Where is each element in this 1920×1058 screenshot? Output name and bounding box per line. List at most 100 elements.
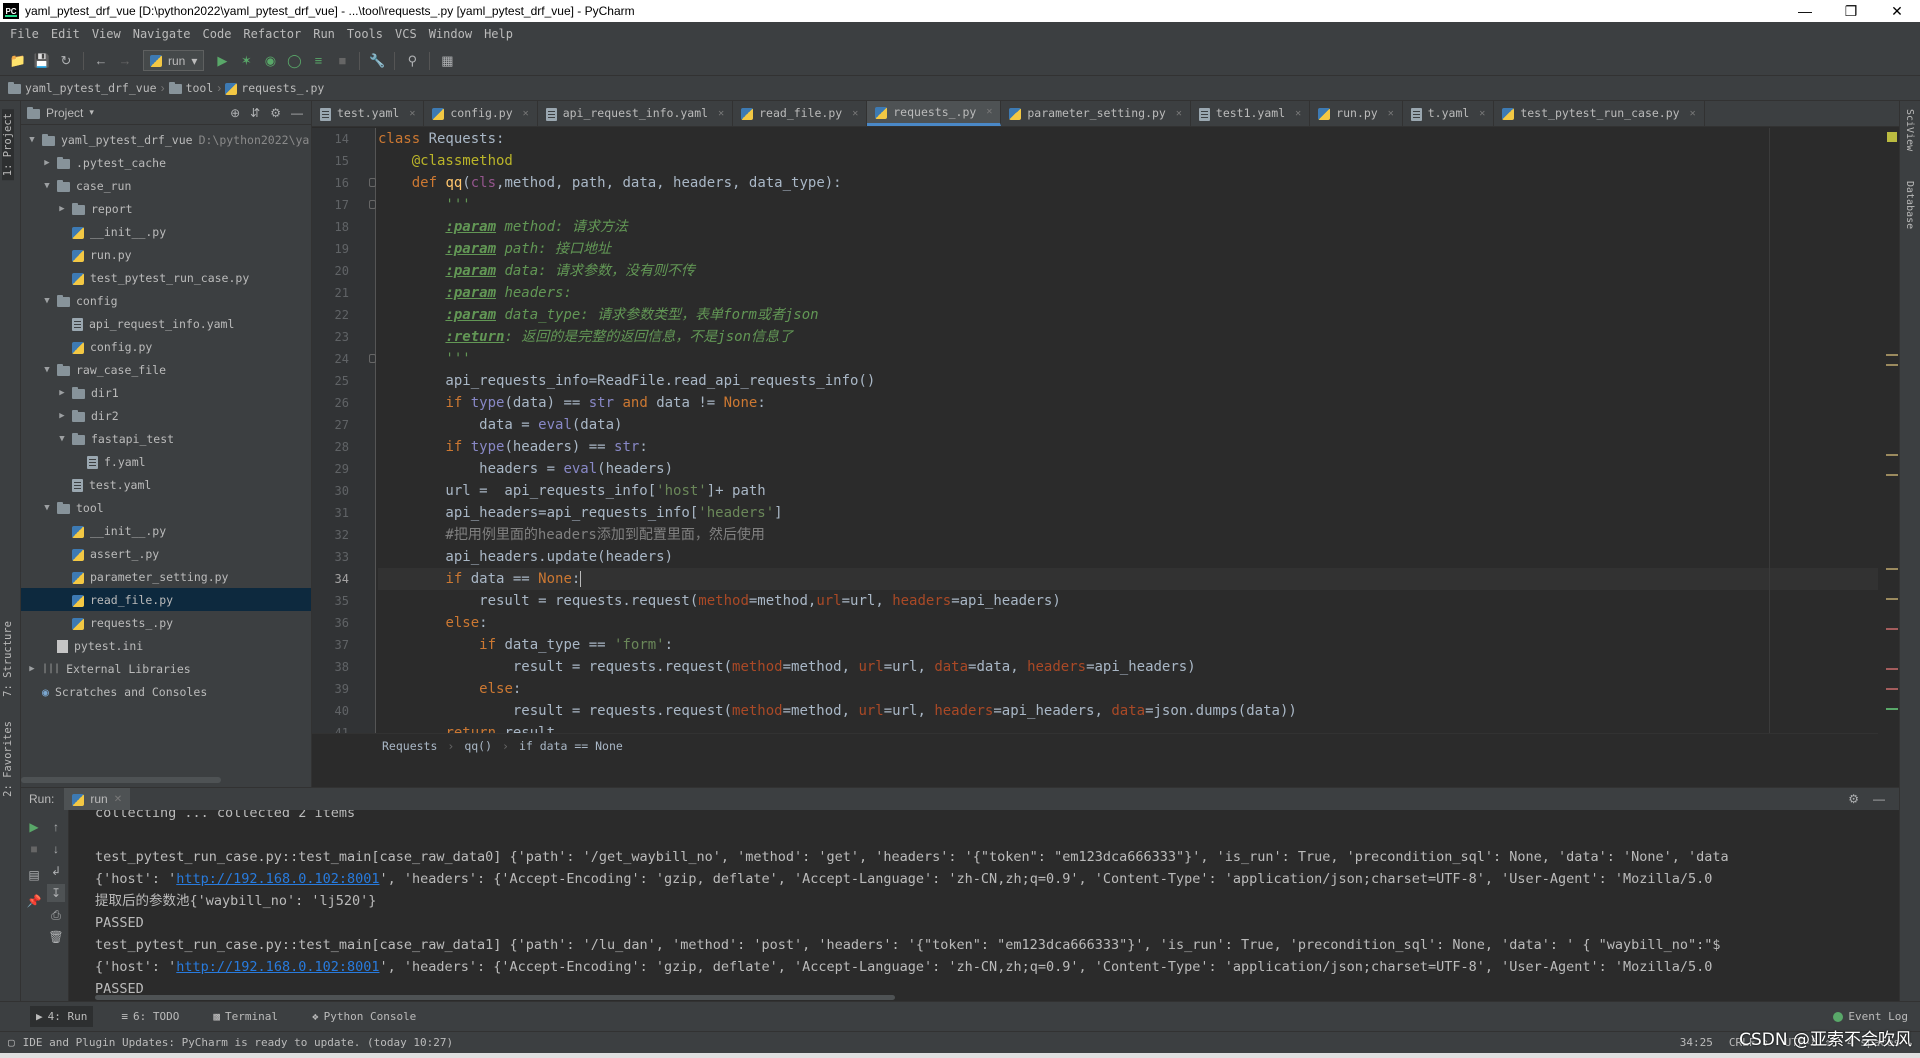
code-line[interactable]: ''' [378, 194, 1878, 216]
menu-navigate[interactable]: Navigate [127, 27, 197, 41]
code-line[interactable]: #把用例里面的headers添加到配置里面，然后使用 [378, 524, 1878, 546]
favorites-tool-tab[interactable]: 2: Favorites [2, 721, 14, 797]
run-tool-tab[interactable]: ▶ 4: Run [30, 1006, 94, 1027]
soft-wrap-icon[interactable]: ↲ [47, 862, 65, 880]
tree-item[interactable]: ▶ ||| External Libraries [21, 657, 311, 680]
expand-arrow-icon[interactable]: ▶ [55, 388, 69, 398]
tree-item[interactable]: ▶ .pytest_cache [21, 151, 311, 174]
editor-tab[interactable]: read_file.py ✕ [733, 101, 868, 126]
python-console-tool-tab[interactable]: ❖ Python Console [306, 1006, 422, 1027]
code-line[interactable]: :param data: 请求参数，没有则不传 [378, 260, 1878, 282]
save-icon[interactable]: 💾 [32, 51, 52, 71]
menu-window[interactable]: Window [423, 27, 478, 41]
tree-item[interactable]: ▼ config [21, 289, 311, 312]
menu-help[interactable]: Help [478, 27, 519, 41]
nav-file[interactable]: requests_.py [225, 81, 324, 95]
tree-item[interactable]: read_file.py [21, 588, 311, 611]
close-icon[interactable]: ✕ [1479, 108, 1485, 119]
open-folder-icon[interactable]: 📁 [8, 51, 28, 71]
editor-tab[interactable]: config.py ✕ [424, 101, 538, 126]
collapse-all-icon[interactable]: ⇵ [250, 106, 260, 120]
console-output[interactable]: collecting ... collected 2 items test_pyt… [95, 810, 1899, 1002]
code-line[interactable]: data = eval(data) [378, 414, 1878, 436]
editor-tab[interactable]: t.yaml ✕ [1403, 101, 1495, 126]
code-line[interactable]: ''' [378, 348, 1878, 370]
console-link[interactable]: http://192.168.0.102:8001 [176, 959, 379, 975]
code-line[interactable]: :param headers: [378, 282, 1878, 304]
code-line[interactable]: return result [378, 722, 1878, 733]
expand-arrow-icon[interactable]: ▼ [25, 135, 39, 145]
code-line[interactable]: :return: 返回的是完整的返回信息，不是json信息了 [378, 326, 1878, 348]
expand-arrow-icon[interactable]: ▼ [40, 503, 54, 513]
stop-icon[interactable]: ■ [332, 51, 352, 71]
horizontal-scrollbar[interactable] [95, 995, 895, 1000]
nav-folder[interactable]: tool [168, 81, 213, 95]
tree-item[interactable]: __init__.py [21, 519, 311, 542]
console-link[interactable]: http://192.168.0.102:8001 [176, 871, 379, 887]
tree-item[interactable]: requests_.py [21, 611, 311, 634]
editor-tab[interactable]: api_request_info.yaml ✕ [538, 101, 734, 126]
down-arrow-icon[interactable]: ↓ [47, 840, 65, 858]
code-line[interactable]: :param path: 接口地址 [378, 238, 1878, 260]
editor-tab[interactable]: test.yaml ✕ [312, 101, 425, 126]
close-icon[interactable]: ✕ [1690, 108, 1696, 119]
sciview-tool-tab[interactable]: SciView [1904, 109, 1915, 151]
nav-project[interactable]: yaml_pytest_drf_vue [8, 81, 157, 95]
tree-item[interactable]: api_request_info.yaml [21, 312, 311, 335]
trash-icon[interactable]: 🗑 [47, 928, 65, 946]
editor-tab[interactable]: test_pytest_run_case.py ✕ [1494, 101, 1705, 126]
close-icon[interactable]: ✕ [1176, 108, 1182, 119]
fold-marker-icon[interactable] [369, 200, 376, 209]
project-tool-tab[interactable]: 1: Project [2, 109, 14, 181]
expand-arrow-icon[interactable]: ▶ [25, 664, 39, 674]
code-line[interactable]: class Requests: [378, 128, 1878, 150]
code-breadcrumb-item[interactable]: Requests [382, 739, 437, 753]
code-area[interactable]: class Requests: @classmethod def qq(cls,… [378, 128, 1878, 733]
expand-arrow-icon[interactable]: ▼ [40, 365, 54, 375]
back-icon[interactable]: ← [91, 51, 111, 71]
concurrency-icon[interactable]: ≡ [308, 51, 328, 71]
code-line[interactable]: if data_type == 'form': [378, 634, 1878, 656]
database-tool-tab[interactable]: Database [1904, 181, 1915, 229]
menu-vcs[interactable]: VCS [389, 27, 423, 41]
tree-item[interactable]: ▼ fastapi_test [21, 427, 311, 450]
menu-file[interactable]: File [4, 27, 45, 41]
close-icon[interactable]: ✕ [114, 794, 122, 805]
rerun-icon[interactable]: ▶ [25, 818, 43, 836]
code-line[interactable]: def qq(cls,method, path, data, headers, … [378, 172, 1878, 194]
hide-icon[interactable]: — [1873, 792, 1885, 806]
close-icon[interactable]: ✕ [986, 106, 992, 117]
tasks-icon[interactable]: ▦ [437, 51, 457, 71]
forward-icon[interactable]: → [115, 51, 135, 71]
fold-marker-icon[interactable] [369, 354, 376, 363]
tree-item[interactable]: ◉ Scratches and Consoles [21, 680, 311, 703]
run-tab[interactable]: run ✕ [64, 788, 131, 810]
run-icon[interactable]: ▶ [212, 51, 232, 71]
tree-item[interactable]: ▶ dir2 [21, 404, 311, 427]
gear-icon[interactable]: ⚙ [1848, 792, 1859, 806]
code-line[interactable]: api_requests_info=ReadFile.read_api_requ… [378, 370, 1878, 392]
code-line[interactable]: result = requests.request(method=method,… [378, 656, 1878, 678]
code-line[interactable]: :param data_type: 请求参数类型，表单form或者json [378, 304, 1878, 326]
wrench-icon[interactable]: 🔧 [367, 51, 387, 71]
close-icon[interactable]: ✕ [1295, 108, 1301, 119]
code-line[interactable]: result = requests.request(method=method,… [378, 590, 1878, 612]
tree-item[interactable]: assert_.py [21, 542, 311, 565]
print-icon[interactable]: ⎙ [47, 906, 65, 924]
tree-item[interactable]: test.yaml [21, 473, 311, 496]
menu-run[interactable]: Run [307, 27, 341, 41]
close-icon[interactable]: ✕ [523, 108, 529, 119]
menu-edit[interactable]: Edit [45, 27, 86, 41]
close-icon[interactable]: ✕ [718, 108, 724, 119]
code-line[interactable]: else: [378, 612, 1878, 634]
expand-arrow-icon[interactable]: ▶ [40, 158, 54, 168]
code-line[interactable]: api_headers.update(headers) [378, 546, 1878, 568]
code-line[interactable]: headers = eval(headers) [378, 458, 1878, 480]
scroll-to-end-icon[interactable]: ↧ [47, 884, 65, 902]
debug-icon[interactable]: ✶ [236, 51, 256, 71]
code-line[interactable]: api_headers=api_requests_info['headers'] [378, 502, 1878, 524]
fold-marker-icon[interactable] [369, 178, 376, 187]
up-arrow-icon[interactable]: ↑ [47, 818, 65, 836]
tree-item[interactable]: pytest.ini [21, 634, 311, 657]
tree-item[interactable]: run.py [21, 243, 311, 266]
